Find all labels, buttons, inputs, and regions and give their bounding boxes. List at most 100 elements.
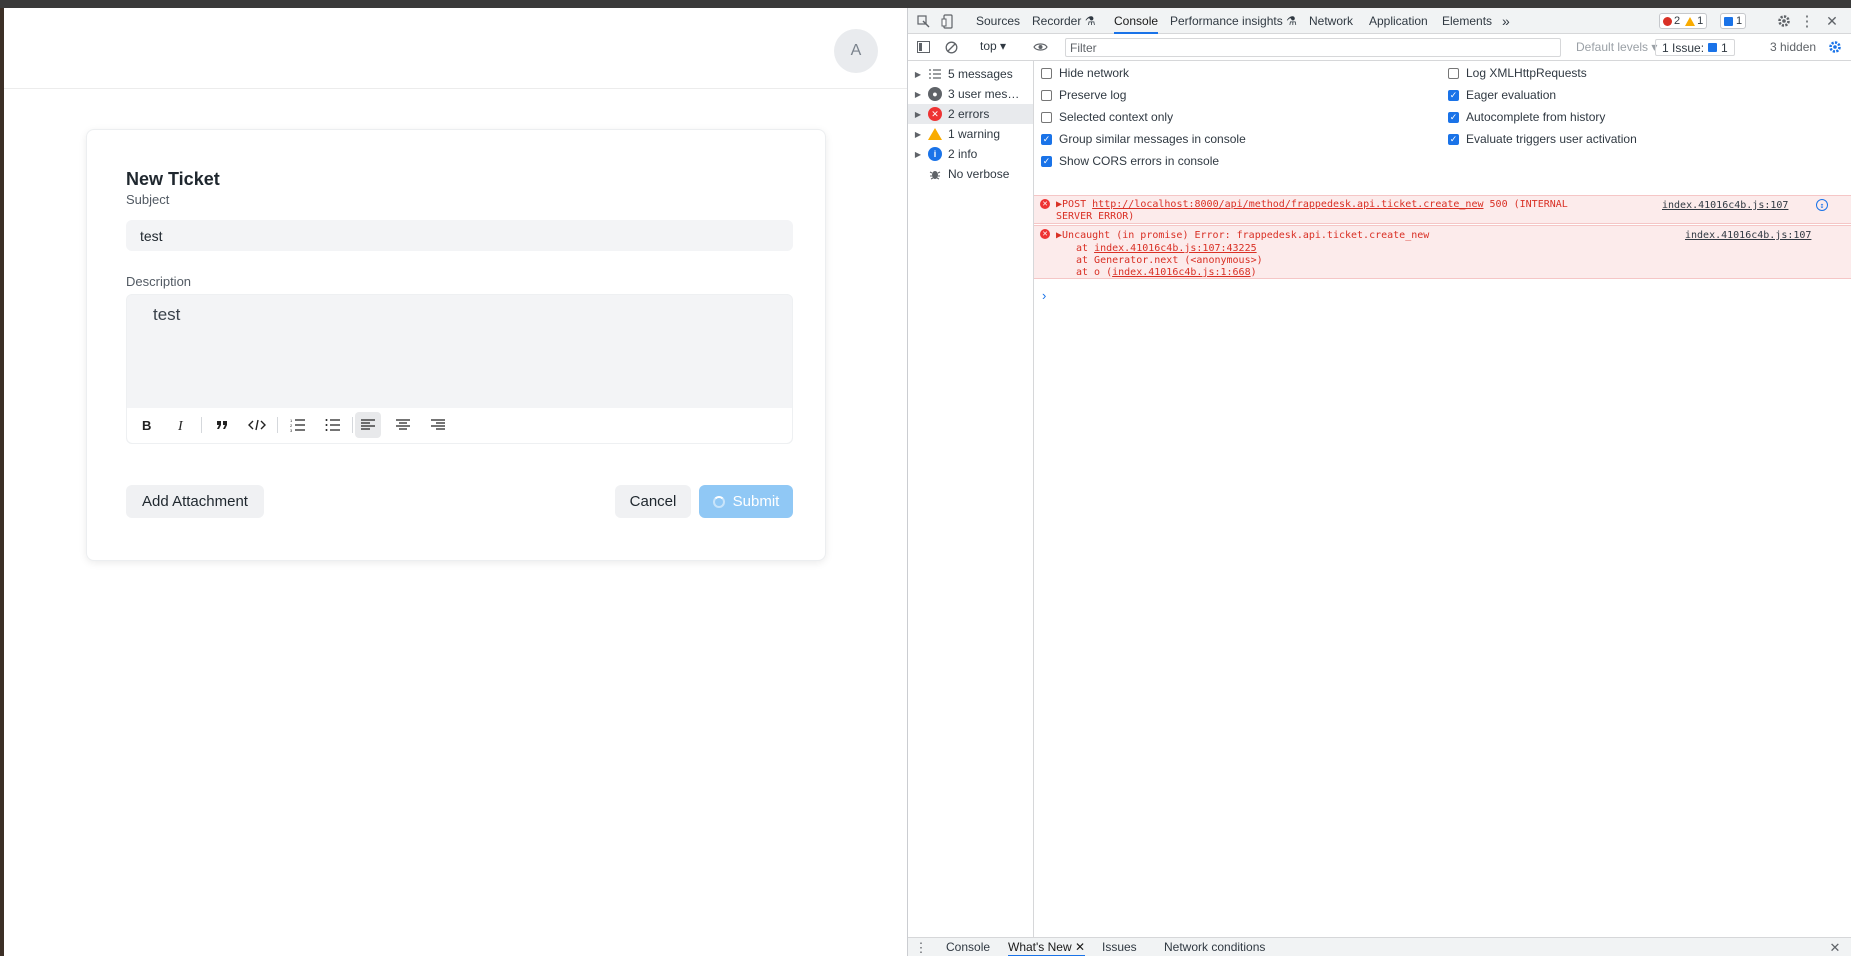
submit-button[interactable]: Submit <box>699 485 793 518</box>
bullet-list-icon[interactable] <box>320 412 346 438</box>
warning-icon <box>1685 16 1696 26</box>
svg-text:B: B <box>142 418 151 432</box>
bold-icon[interactable]: B <box>133 412 159 438</box>
stack-link[interactable]: index.41016c4b.js:1:668 <box>1112 267 1250 278</box>
show-cors-checkbox[interactable]: ✓ Show CORS errors in console <box>1041 150 1219 172</box>
error-warning-counter[interactable]: 2 1 <box>1659 13 1708 29</box>
setting-label: Group similar messages in console <box>1059 132 1246 146</box>
close-tab-icon[interactable]: ✕ <box>1075 940 1085 954</box>
log-xhr-checkbox[interactable]: Log XMLHttpRequests <box>1448 62 1587 84</box>
clear-console-icon[interactable] <box>944 40 958 54</box>
console-toolbar: top ▾ Default levels ▾ 1 Issue: 1 3 hidd… <box>908 34 1851 61</box>
description-editor[interactable]: test B I 123 <box>126 294 793 444</box>
list-icon <box>928 67 942 81</box>
italic-icon[interactable]: I <box>168 412 194 438</box>
selected-context-checkbox[interactable]: Selected context only <box>1041 106 1173 128</box>
sidebar-item-info[interactable]: ▶ i 2 info <box>908 144 1033 164</box>
console-sidebar: ▶ 5 messages ▶ ● 3 user mes… ▶ ✕ 2 error… <box>908 61 1034 937</box>
description-text[interactable]: test <box>153 305 180 325</box>
tab-sources[interactable]: Sources <box>976 8 1020 34</box>
issues-button[interactable]: 1 Issue: 1 <box>1655 39 1735 56</box>
settings-gear-icon[interactable] <box>1776 13 1792 29</box>
device-toolbar-icon[interactable] <box>940 13 954 29</box>
log-levels-label: Default levels <box>1576 40 1649 54</box>
evaluate-triggers-checkbox[interactable]: ✓ Evaluate triggers user activation <box>1448 128 1637 150</box>
tab-elements[interactable]: Elements <box>1442 8 1492 34</box>
message-counter[interactable]: 1 <box>1720 13 1747 29</box>
flask-icon: ⚗ <box>1286 14 1297 28</box>
app-page: A New Ticket Subject Description test B … <box>4 8 907 956</box>
info-icon: i <box>928 147 942 161</box>
tab-recorder-label: Recorder <box>1032 14 1082 28</box>
live-expression-eye-icon[interactable] <box>1032 40 1048 54</box>
network-request-icon[interactable]: ↕ <box>1816 199 1828 211</box>
context-select[interactable]: top ▾ <box>980 39 1006 53</box>
sidebar-item-warnings[interactable]: ▶ 1 warning <box>908 124 1033 144</box>
cancel-button[interactable]: Cancel <box>615 485 691 518</box>
subject-input[interactable] <box>126 220 793 251</box>
checkmark-icon: ✓ <box>1448 111 1459 123</box>
subject-label: Subject <box>126 192 170 207</box>
issue-count: 1 <box>1721 40 1728 55</box>
autocomplete-history-checkbox[interactable]: ✓ Autocomplete from history <box>1448 106 1605 128</box>
avatar[interactable]: A <box>834 29 878 73</box>
sidebar-item-label: 5 messages <box>948 67 1013 81</box>
sidebar-item-label: 2 info <box>948 147 978 161</box>
code-icon[interactable] <box>244 412 270 438</box>
eager-evaluation-checkbox[interactable]: ✓ Eager evaluation <box>1448 84 1556 106</box>
checkbox-unchecked <box>1041 67 1052 79</box>
checkmark-icon: ✓ <box>1041 155 1052 167</box>
log-levels-dropdown[interactable]: Default levels ▾ <box>1576 40 1657 54</box>
hidden-messages-count: 3 hidden <box>1770 40 1817 54</box>
tab-console[interactable]: Console <box>1114 8 1159 34</box>
devtools-tabbar: Sources Recorder ⚗ Console Performance i… <box>908 8 1851 34</box>
setting-label: Preserve log <box>1059 88 1127 102</box>
add-attachment-button[interactable]: Add Attachment <box>126 485 264 518</box>
sidebar-item-errors[interactable]: ▶ ✕ 2 errors <box>908 104 1033 124</box>
more-tabs-icon[interactable]: » <box>1502 8 1510 34</box>
align-left-icon[interactable] <box>355 412 381 438</box>
drawer-tab-console[interactable]: Console <box>946 938 990 956</box>
toolbar-divider <box>352 417 353 433</box>
setting-label: Autocomplete from history <box>1466 110 1606 124</box>
tab-network[interactable]: Network <box>1309 8 1353 34</box>
align-center-icon[interactable] <box>390 412 416 438</box>
stack-link[interactable]: index.41016c4b.js:107:43225 <box>1094 243 1257 254</box>
checkbox-unchecked <box>1041 89 1052 101</box>
sidebar-item-verbose[interactable]: No verbose <box>908 164 1033 184</box>
error-icon: ✕ <box>1040 229 1050 239</box>
close-devtools-icon[interactable]: ✕ <box>1824 13 1840 29</box>
console-prompt[interactable]: › <box>1042 288 1046 303</box>
tab-recorder[interactable]: Recorder ⚗ <box>1032 8 1095 34</box>
quote-icon[interactable] <box>209 412 235 438</box>
close-drawer-icon[interactable]: ✕ <box>1828 940 1842 955</box>
ordered-list-icon[interactable]: 123 <box>285 412 311 438</box>
tab-performance-insights[interactable]: Performance insights ⚗ <box>1170 8 1297 34</box>
source-link[interactable]: index.41016c4b.js:107 <box>1685 230 1811 241</box>
request-url-link[interactable]: http://localhost:8000/api/method/frapped… <box>1092 199 1483 210</box>
inspect-element-icon[interactable] <box>916 14 930 28</box>
console-filter-input[interactable] <box>1065 38 1561 57</box>
drawer-tab-whats-new[interactable]: What's New ✕ <box>1008 938 1086 956</box>
hide-network-checkbox[interactable]: Hide network <box>1041 62 1129 84</box>
status-text: 500 (INTERNAL <box>1489 199 1568 210</box>
expand-arrow-icon: ▶ <box>914 129 922 139</box>
drawer-tab-network-conditions[interactable]: Network conditions <box>1164 938 1265 956</box>
stack-frame: at Generator.next (<anonymous>) <box>1076 255 1263 266</box>
sidebar-item-user-messages[interactable]: ▶ ● 3 user mes… <box>908 84 1033 104</box>
console-error-row[interactable]: ✕ ▶Uncaught (in promise) Error: frappede… <box>1034 225 1851 279</box>
sidebar-toggle-icon[interactable] <box>916 40 930 54</box>
preserve-log-checkbox[interactable]: Preserve log <box>1041 84 1126 106</box>
kebab-menu-icon[interactable]: ⋮ <box>1800 13 1815 30</box>
console-error-row[interactable]: ✕ ▶POST http://localhost:8000/api/method… <box>1034 195 1851 224</box>
sidebar-item-label: 2 errors <box>948 107 990 121</box>
source-link[interactable]: index.41016c4b.js:107 <box>1662 200 1788 211</box>
context-label: top <box>980 39 997 53</box>
drawer-tab-issues[interactable]: Issues <box>1102 938 1137 956</box>
sidebar-item-messages[interactable]: ▶ 5 messages <box>908 64 1033 84</box>
console-settings-gear-icon[interactable] <box>1828 40 1842 54</box>
tab-application[interactable]: Application <box>1369 8 1428 34</box>
align-right-icon[interactable] <box>425 412 451 438</box>
drawer-menu-icon[interactable]: ⋮ <box>915 940 928 955</box>
group-similar-checkbox[interactable]: ✓ Group similar messages in console <box>1041 128 1246 150</box>
